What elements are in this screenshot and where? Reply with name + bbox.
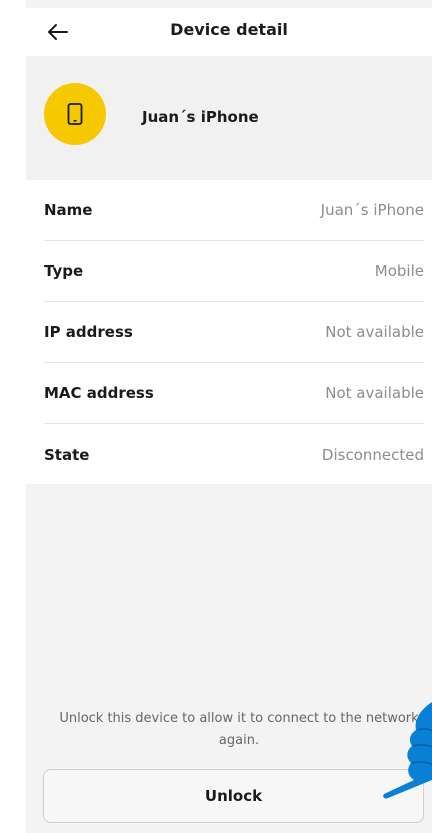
device-avatar [44, 83, 106, 145]
detail-row-mac-address: MAC address Not available [44, 363, 424, 424]
detail-label: Name [44, 201, 93, 219]
unlock-button[interactable]: Unlock [43, 769, 424, 823]
detail-value: Not available [325, 384, 424, 402]
detail-value: Mobile [374, 262, 424, 280]
detail-label: Type [44, 262, 84, 280]
detail-label: IP address [44, 323, 133, 341]
device-details-list: Name Juan´s iPhone Type Mobile IP addres… [26, 180, 432, 484]
device-name: Juan´s iPhone [142, 108, 259, 126]
detail-value: Not available [325, 323, 424, 341]
detail-row-state: State Disconnected [44, 424, 424, 485]
detail-label: MAC address [44, 384, 154, 402]
device-header: Juan´s iPhone [26, 56, 432, 180]
detail-row-name: Name Juan´s iPhone [44, 180, 424, 241]
device-detail-screen: Device detail Juan´s iPhone Name Juan´s … [26, 0, 432, 833]
detail-row-ip-address: IP address Not available [44, 302, 424, 363]
smartphone-icon [67, 103, 83, 125]
detail-row-type: Type Mobile [44, 241, 424, 302]
detail-label: State [44, 445, 90, 464]
page-title: Device detail [170, 20, 288, 39]
top-bar: Device detail [26, 8, 432, 56]
detail-value: Disconnected [321, 445, 424, 464]
pointing-hand-icon [383, 702, 432, 799]
unlock-info-text: Unlock this device to allow it to connec… [59, 711, 419, 748]
detail-value: Juan´s iPhone [320, 201, 424, 219]
